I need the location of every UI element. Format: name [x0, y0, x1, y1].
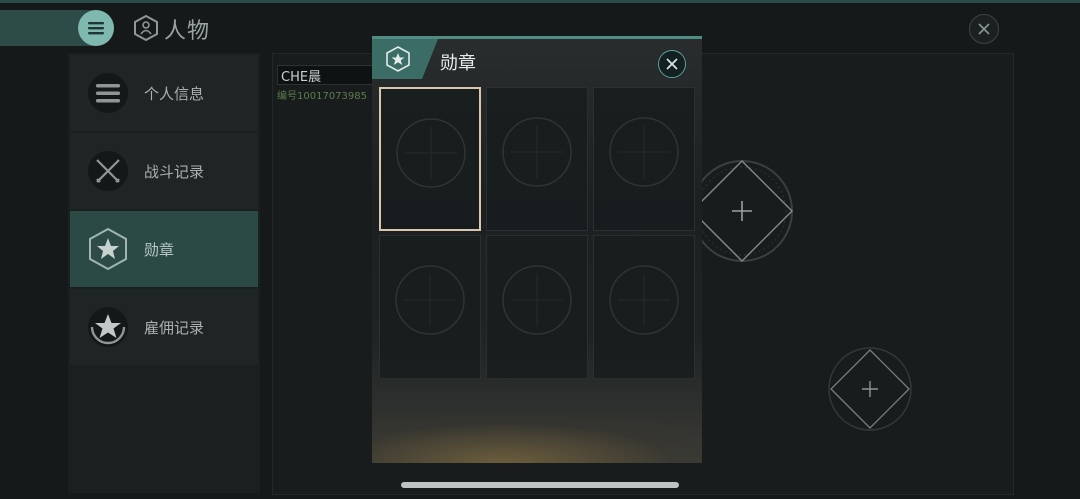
list-lines-icon [86, 71, 130, 115]
top-accent-line [0, 0, 1080, 3]
medal-slot[interactable] [486, 87, 588, 231]
sidebar-item-label: 勋章 [144, 240, 175, 259]
sidebar-item-label: 雇佣记录 [144, 318, 205, 337]
sidebar-item-battle-record[interactable]: 战斗记录 [70, 133, 258, 209]
sidebar-item-label: 个人信息 [144, 84, 205, 103]
sidebar-item-medals[interactable]: 勋章 [70, 211, 258, 287]
star-laurel-icon [86, 305, 130, 349]
close-icon [978, 23, 990, 35]
empty-medal-icon [396, 118, 466, 188]
medal-slot[interactable] [593, 235, 695, 379]
medal-slot[interactable] [379, 235, 481, 379]
medal-slot[interactable] [486, 235, 588, 379]
star-hexagon-icon [385, 46, 411, 72]
medal-equip-slot-small[interactable] [826, 345, 914, 433]
medal-slot[interactable] [379, 87, 481, 231]
dialog-close-button[interactable] [658, 50, 686, 78]
player-id: 编号10017073985 [277, 91, 367, 102]
medal-slot[interactable] [593, 87, 695, 231]
sidebar-item-hire-record[interactable]: 雇佣记录 [70, 289, 258, 365]
empty-medal-icon [502, 265, 572, 335]
empty-medal-icon [395, 265, 465, 335]
list-icon [78, 10, 114, 46]
empty-medal-icon [502, 117, 572, 187]
menu-button[interactable] [0, 10, 114, 46]
sidebar-item-personal-info[interactable]: 个人信息 [70, 55, 258, 131]
sidebar: 个人信息 战斗记录 勋章 雇佣记录 [68, 53, 260, 493]
player-name: CHE晨 [281, 70, 322, 85]
home-indicator[interactable] [401, 482, 679, 488]
dialog-header: 勋章 [372, 39, 702, 79]
medal-equip-slot-large[interactable] [688, 157, 796, 265]
dialog-title: 勋章 [440, 53, 476, 74]
empty-medal-icon [609, 117, 679, 187]
close-icon [666, 58, 678, 70]
crossed-swords-icon [86, 149, 130, 193]
page-title: 人物 [164, 19, 211, 44]
sidebar-item-label: 战斗记录 [144, 162, 205, 181]
dialog-background-glow [372, 416, 702, 463]
medal-dialog: 勋章 [372, 36, 702, 463]
cube-person-icon [132, 14, 160, 42]
empty-medal-icon [609, 265, 679, 335]
close-button[interactable] [969, 14, 999, 44]
star-hexagon-icon [86, 227, 130, 271]
